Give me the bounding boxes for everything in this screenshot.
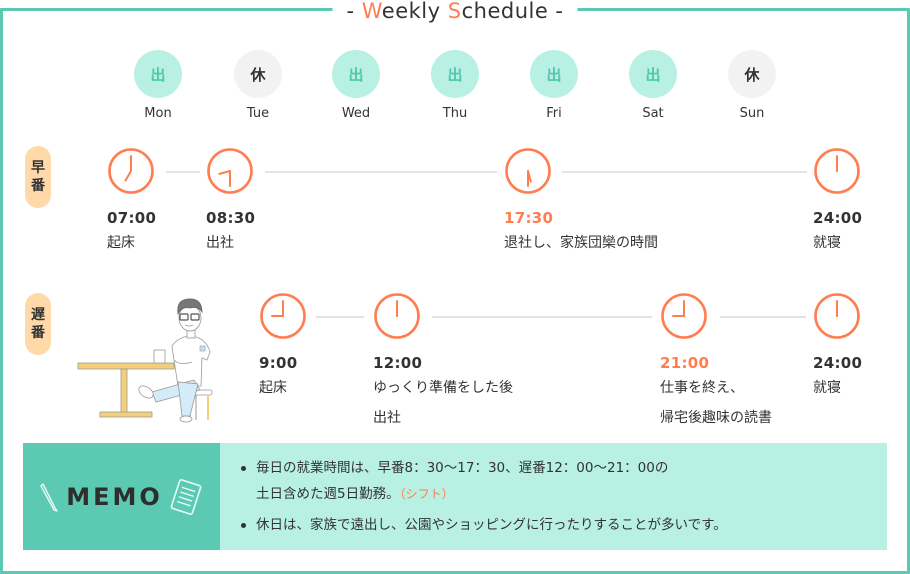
day-status-badge: 出 [629, 50, 677, 98]
early-event-1: 07:00 起床 [107, 147, 156, 257]
person-torso [171, 335, 211, 387]
event-description: 退社し、家族団欒の時間 [504, 235, 658, 251]
table-leg [120, 368, 128, 414]
clock-icon [661, 293, 707, 339]
day-label: Fri [546, 106, 562, 121]
day-label: Mon [144, 106, 172, 121]
event-description: 就寝 [813, 380, 841, 396]
clock-icon [814, 148, 860, 194]
day-tue: 休 Tue [228, 50, 288, 121]
clock-icon [374, 293, 420, 339]
timeline-connector [265, 171, 497, 173]
day-label: Thu [442, 106, 468, 121]
timeline-connector [316, 316, 364, 318]
day-label: Sat [642, 106, 664, 121]
day-sun: 休 Sun [722, 50, 782, 121]
memo-box: MEMO 毎日の就業時間は、早番8：30〜17：30、遅番12：00〜21：00… [23, 443, 887, 550]
late-event-4: 24:00 就寝 [813, 292, 862, 402]
late-event-3: 21:00 仕事を終え、 帰宅後趣味の読書 [660, 292, 772, 432]
shoe [179, 415, 193, 423]
event-description: 仕事を終え、 [660, 380, 744, 396]
event-description: 起床 [259, 380, 287, 396]
day-status-badge: 出 [332, 50, 380, 98]
title-dash-right: - [548, 0, 564, 23]
day-status-badge: 休 [234, 50, 282, 98]
event-description: 就寝 [813, 235, 841, 251]
day-label: Wed [341, 106, 371, 121]
clock-icon [207, 148, 253, 194]
late-event-2: 12:00 ゆっくり準備をした後 出社 [373, 292, 513, 432]
memo-title: MEMO [66, 482, 163, 511]
title-text-weekly: eekly [381, 0, 448, 23]
late-event-1: 9:00 起床 [259, 292, 307, 402]
event-time: 21:00 [660, 354, 710, 372]
day-sat: 出 Sat [623, 50, 683, 121]
event-time: 9:00 [259, 354, 298, 372]
shirt-pocket [199, 345, 206, 352]
event-description-line-2: 帰宅後趣味の読書 [660, 410, 772, 426]
memo-header: MEMO [23, 443, 220, 550]
early-event-4: 24:00 就寝 [813, 147, 862, 257]
shift-badge-char: 早 [31, 160, 45, 176]
day-status-badge: 出 [530, 50, 578, 98]
event-time: 07:00 [107, 209, 157, 227]
clock-icon [814, 293, 860, 339]
event-time: 24:00 [813, 209, 863, 227]
timeline-connector [166, 171, 200, 173]
early-event-2: 08:30 出社 [206, 147, 255, 257]
clock-icon [505, 148, 551, 194]
clock-icon [260, 293, 306, 339]
memo-item: 休日は、家族で遠出し、公園やショッピングに行ったりすることが多いです。 [239, 512, 877, 538]
day-wed: 出 Wed [326, 50, 386, 121]
late-shift-badge: 遅 番 [25, 293, 51, 355]
early-shift-badge: 早 番 [25, 146, 51, 208]
week-row: 出 Mon 休 Tue 出 Wed 出 Thu 出 Fri 出 Sat 休 Sun [0, 50, 910, 130]
page-title: - Weekly Schedule - [332, 0, 578, 24]
memo-item-text: 休日は、家族で遠出し、公園やショッピングに行ったりすることが多いです。 [256, 517, 727, 533]
shift-badge-char: 番 [31, 178, 45, 194]
memo-item: 毎日の就業時間は、早番8：30〜17：30、遅番12：00〜21：00の 土日含… [239, 455, 877, 507]
table-base [99, 411, 153, 418]
day-status-badge: 休 [728, 50, 776, 98]
event-time: 17:30 [504, 209, 554, 227]
day-fri: 出 Fri [524, 50, 584, 121]
memo-list: 毎日の就業時間は、早番8：30〜17：30、遅番12：00〜21：00の 土日含… [239, 455, 877, 538]
early-event-3: 17:30 退社し、家族団欒の時間 [504, 147, 658, 257]
cup [153, 349, 166, 364]
title-accent-s: S [447, 0, 462, 23]
title-text-schedule: chedule [461, 0, 549, 23]
event-description-line-2: 出社 [373, 410, 401, 426]
memo-item-note: （シフト） [399, 487, 454, 501]
event-description: ゆっくり準備をした後 [373, 380, 513, 396]
day-label: Tue [246, 106, 270, 121]
day-label: Sun [739, 106, 765, 121]
memo-item-text-line-2: 土日含めた週5日勤務。 [256, 486, 400, 502]
shift-badge-char: 遅 [31, 307, 45, 323]
notepad-icon [170, 478, 202, 515]
event-description: 出社 [206, 235, 234, 251]
title-dash-left: - [346, 0, 362, 23]
event-time: 08:30 [206, 209, 256, 227]
shift-badge-char: 番 [31, 325, 45, 341]
day-status-badge: 出 [134, 50, 182, 98]
person-at-table-illustration [77, 298, 213, 423]
table-top [77, 362, 175, 370]
day-mon: 出 Mon [128, 50, 188, 121]
title-accent-w: W [361, 0, 382, 23]
event-time: 24:00 [813, 354, 863, 372]
day-thu: 出 Thu [425, 50, 485, 121]
event-time: 12:00 [373, 354, 423, 372]
day-status-badge: 出 [431, 50, 479, 98]
event-description: 起床 [107, 235, 135, 251]
person-leg [177, 381, 199, 417]
clock-icon [108, 148, 154, 194]
pencil-icon [40, 482, 58, 512]
memo-item-text: 毎日の就業時間は、早番8：30〜17：30、遅番12：00〜21：00の [256, 460, 669, 476]
shoe [138, 385, 154, 399]
